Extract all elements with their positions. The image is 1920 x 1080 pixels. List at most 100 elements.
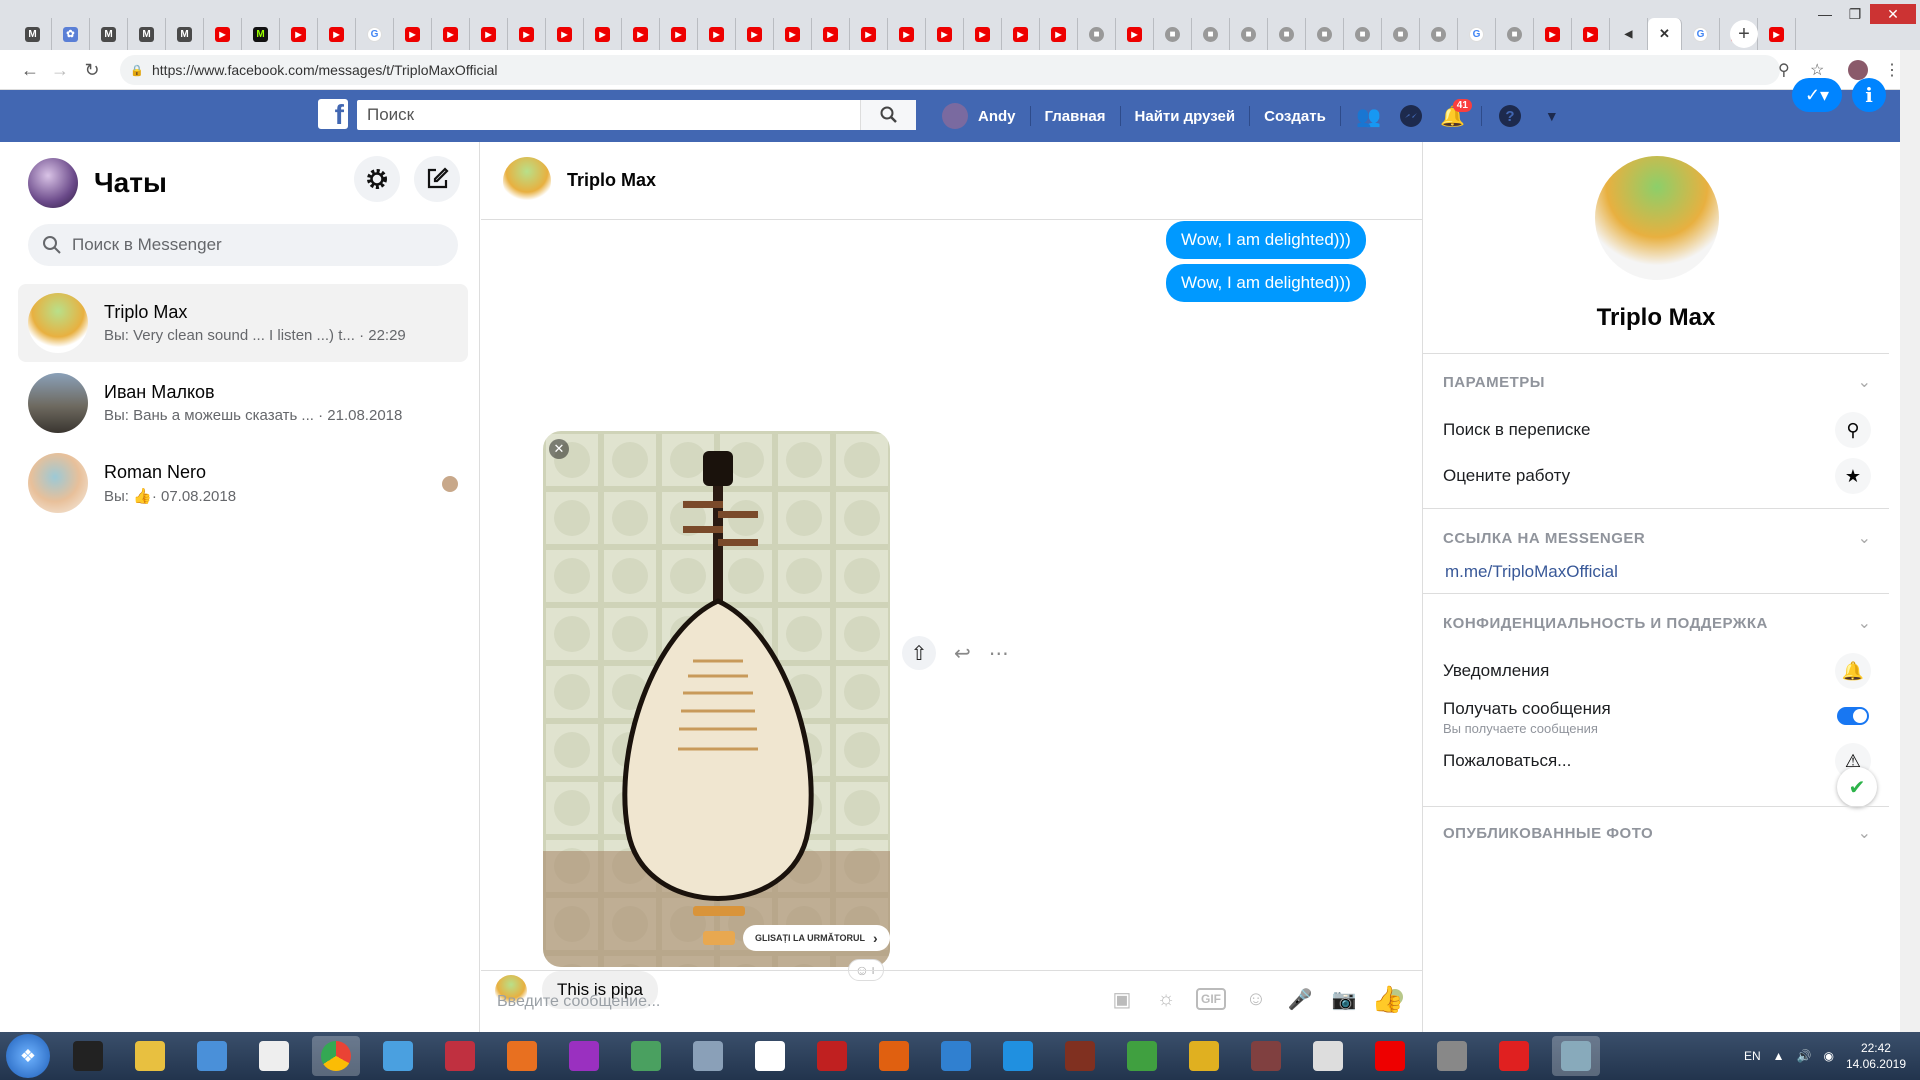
browser-tab[interactable]: ■ bbox=[1154, 18, 1192, 50]
start-button-icon[interactable]: ❖ bbox=[6, 1034, 50, 1078]
fun-app-taskbar-icon[interactable] bbox=[374, 1036, 422, 1076]
close-tab-icon[interactable]: ✕ bbox=[1657, 26, 1672, 42]
section-header[interactable]: ССЫЛКА НА MESSENGER bbox=[1443, 530, 1645, 547]
search-icon[interactable]: ⚲ bbox=[1835, 412, 1871, 448]
browser-tab[interactable]: ▶ bbox=[812, 18, 850, 50]
sticker-icon[interactable]: ☼ bbox=[1152, 985, 1180, 1013]
outgoing-message[interactable]: Wow, I am delighted))) bbox=[1166, 221, 1366, 259]
report-label[interactable]: Пожаловаться... bbox=[1443, 751, 1571, 771]
browser-tab[interactable]: ■ bbox=[1268, 18, 1306, 50]
zoom-icon[interactable]: ⚲ bbox=[1778, 60, 1790, 80]
tools-app-taskbar-icon[interactable] bbox=[622, 1036, 670, 1076]
browser-tab[interactable]: ▶ bbox=[280, 18, 318, 50]
profile-avatar[interactable] bbox=[1595, 156, 1719, 280]
chevron-down-icon[interactable]: ⌄ bbox=[1858, 823, 1871, 843]
help-icon[interactable]: ? bbox=[1496, 102, 1524, 130]
user-name-link[interactable]: Andy bbox=[978, 108, 1016, 125]
image-icon[interactable]: ▣ bbox=[1108, 985, 1136, 1013]
chat-item-ivan-malkov[interactable]: Иван Малков Вы: Вань а можешь сказать ..… bbox=[18, 364, 468, 442]
my-avatar[interactable] bbox=[28, 158, 78, 208]
section-header[interactable]: ОПУБЛИКОВАННЫЕ ФОТО bbox=[1443, 825, 1653, 842]
browser-tab[interactable]: ▶ bbox=[204, 18, 242, 50]
photo-app-taskbar-icon[interactable] bbox=[560, 1036, 608, 1076]
browser-tab[interactable]: ▶ bbox=[470, 18, 508, 50]
settings-gear-icon[interactable] bbox=[354, 156, 400, 202]
star-icon[interactable]: ★ bbox=[1835, 458, 1871, 494]
chat-item-roman-nero[interactable]: Roman Nero Вы: 👍· 07.08.2018 bbox=[18, 444, 468, 522]
browser-tab[interactable]: ✿ bbox=[52, 18, 90, 50]
section-header[interactable]: КОНФИДЕНЦИАЛЬНОСТЬ И ПОДДЕРЖКА bbox=[1443, 615, 1768, 632]
network-app-taskbar-icon[interactable] bbox=[684, 1036, 732, 1076]
h-app-taskbar-icon[interactable] bbox=[994, 1036, 1042, 1076]
rate-label[interactable]: Оцените работу bbox=[1443, 466, 1570, 486]
outgoing-message[interactable]: Wow, I am delighted))) bbox=[1166, 264, 1366, 302]
notepad-taskbar-icon[interactable] bbox=[250, 1036, 298, 1076]
chevron-down-icon[interactable]: ⌄ bbox=[1858, 613, 1871, 633]
barcode-app-taskbar-icon[interactable] bbox=[1304, 1036, 1352, 1076]
notifications-label[interactable]: Уведомления bbox=[1443, 661, 1549, 681]
checkmark-dropdown-icon[interactable]: ✓▾ bbox=[1792, 78, 1842, 112]
new-tab-button[interactable]: + bbox=[1730, 20, 1758, 48]
browser-tab[interactable]: ▶ bbox=[622, 18, 660, 50]
browser-tab[interactable]: ▶ bbox=[546, 18, 584, 50]
browser-tab[interactable]: ✕ bbox=[1648, 18, 1682, 50]
like-icon[interactable]: 👍 bbox=[1372, 984, 1404, 1014]
xdat-app-taskbar-icon[interactable] bbox=[870, 1036, 918, 1076]
share-icon[interactable]: ⇧ bbox=[902, 636, 936, 670]
contact-avatar[interactable] bbox=[503, 156, 551, 205]
create-link[interactable]: Создать bbox=[1264, 108, 1326, 125]
camera-icon[interactable]: 📷 bbox=[1330, 985, 1358, 1013]
reply-icon[interactable]: ↩ bbox=[954, 641, 971, 666]
browser-tab[interactable]: G bbox=[1458, 18, 1496, 50]
notifications-icon[interactable]: 🔔 41 bbox=[1439, 99, 1472, 130]
language-indicator[interactable]: EN bbox=[1744, 1049, 1761, 1063]
chrome-taskbar-icon[interactable] bbox=[312, 1036, 360, 1076]
find-friends-link[interactable]: Найти друзей bbox=[1135, 108, 1236, 125]
home-link[interactable]: Главная bbox=[1045, 108, 1106, 125]
browser-tab[interactable]: ▶ bbox=[888, 18, 926, 50]
itunes-taskbar-icon[interactable] bbox=[436, 1036, 484, 1076]
browser-tab[interactable]: M bbox=[90, 18, 128, 50]
browser-tab[interactable]: ■ bbox=[1078, 18, 1116, 50]
torrent-app-taskbar-icon[interactable] bbox=[808, 1036, 856, 1076]
messenger-icon[interactable] bbox=[1397, 102, 1425, 130]
browser-tab[interactable]: ▶ bbox=[432, 18, 470, 50]
network-icon[interactable]: ◉ bbox=[1823, 1049, 1833, 1063]
chat-item-triplo-max[interactable]: Triplo Max Вы: Very clean sound ... I li… bbox=[18, 284, 468, 362]
message-composer[interactable]: Введите сообщение... ▣ ☼ GIF ☺ 🎤 📷 👍 bbox=[481, 970, 1422, 1032]
cmd-taskbar-icon[interactable] bbox=[64, 1036, 112, 1076]
shared-photo-pipa[interactable]: ✕ GLISAȚI LA URMĂTORUL › bbox=[543, 431, 890, 967]
account-menu-chevron-icon[interactable]: ▼ bbox=[1538, 102, 1566, 130]
browser-tab[interactable]: ▶ bbox=[1002, 18, 1040, 50]
browser-tab[interactable]: ▶ bbox=[850, 18, 888, 50]
browser-tab[interactable]: ▶ bbox=[1534, 18, 1572, 50]
shield-check-icon[interactable]: ✔ bbox=[1837, 767, 1877, 807]
browser-tab[interactable]: ■ bbox=[1306, 18, 1344, 50]
close-photo-icon[interactable]: ✕ bbox=[549, 439, 569, 459]
browser-tab[interactable]: M bbox=[242, 18, 280, 50]
browser-tab[interactable]: ▶ bbox=[1116, 18, 1154, 50]
profile-avatar-icon[interactable] bbox=[1848, 60, 1868, 80]
browser-tab[interactable]: G bbox=[356, 18, 394, 50]
swipe-next-chip[interactable]: GLISAȚI LA URMĂTORUL › bbox=[743, 925, 890, 951]
browser-tab[interactable]: ▶ bbox=[774, 18, 812, 50]
search-in-chat-label[interactable]: Поиск в переписке bbox=[1443, 420, 1590, 440]
clock[interactable]: 22:42 14.06.2019 bbox=[1846, 1040, 1906, 1072]
browser-tab[interactable]: ▶ bbox=[926, 18, 964, 50]
info-icon[interactable]: i bbox=[1852, 78, 1886, 112]
messenger-search-input[interactable]: Поиск в Messenger bbox=[28, 224, 458, 266]
browser-tab[interactable]: ■ bbox=[1192, 18, 1230, 50]
fl-app-taskbar-icon[interactable] bbox=[1056, 1036, 1104, 1076]
tray-up-icon[interactable]: ▲ bbox=[1773, 1049, 1785, 1063]
messenger-link[interactable]: m.me/TriploMaxOfficial bbox=[1445, 562, 1618, 582]
gif-icon[interactable]: GIF bbox=[1196, 988, 1226, 1010]
browser-tab[interactable]: M bbox=[166, 18, 204, 50]
browser-tab[interactable]: ■ bbox=[1420, 18, 1458, 50]
friend-requests-icon[interactable]: 👥 bbox=[1355, 102, 1383, 130]
chart-app-taskbar-icon[interactable] bbox=[1118, 1036, 1166, 1076]
browser-tab[interactable]: ▶ bbox=[318, 18, 356, 50]
explorer-taskbar-icon[interactable] bbox=[126, 1036, 174, 1076]
reload-icon[interactable]: ↻ bbox=[80, 58, 104, 82]
bell-icon[interactable]: 🔔 bbox=[1835, 653, 1871, 689]
chevron-down-icon[interactable]: ⌄ bbox=[1858, 372, 1871, 392]
